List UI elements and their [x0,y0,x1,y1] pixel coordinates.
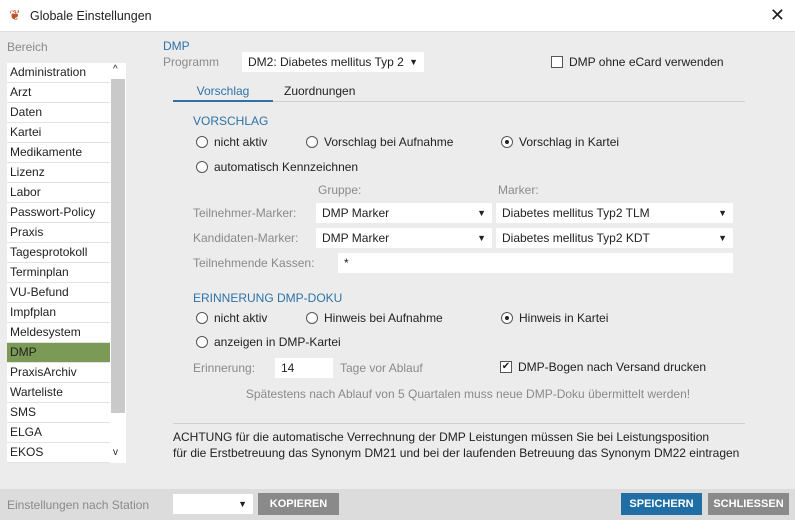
kassen-input[interactable]: * [338,253,733,273]
sidebar-item-administration[interactable]: Administration [7,63,110,83]
checkbox[interactable] [551,56,563,68]
marker-label: Marker: [498,183,539,197]
scrollbar-thumb[interactable] [111,79,125,413]
sidebar-item-labor[interactable]: Labor [7,183,110,203]
dropdown-arrow-icon: ▼ [718,208,727,218]
kandidaten-gruppe-select[interactable]: DMP Marker ▼ [316,228,492,248]
sidebar-item-passwort-policy[interactable]: Passwort-Policy [7,203,110,223]
radio-hinweis-kartei[interactable]: Hinweis in Kartei [501,311,608,325]
sidebar-item-praxisarchiv[interactable]: PraxisArchiv [7,363,110,383]
kandidaten-marker-select[interactable]: Diabetes mellitus Typ2 KDT ▼ [496,228,733,248]
radio-hinweis-aufnahme[interactable]: Hinweis bei Aufnahme [306,311,443,325]
sidebar-item-ekos[interactable]: EKOS [7,443,110,463]
sidebar-list: Administration Arzt Daten Kartei Medikamente… [7,63,110,463]
teilnehmer-marker-select[interactable]: Diabetes mellitus Typ2 TLM ▼ [496,203,733,223]
program-value: DM2: Diabetes mellitus Typ 2 [248,55,404,69]
warning-line-2: für die Erstbetreuung das Synonym DM21 u… [173,446,740,460]
sidebar-item-lizenz[interactable]: Lizenz [7,163,110,183]
program-label: Programm [163,55,220,69]
station-label: Einstellungen nach Station [7,498,150,512]
sidebar-item-tagesprotokoll[interactable]: Tagesprotokoll [7,243,110,263]
radio-vorschlag-kartei[interactable]: Vorschlag in Kartei [501,135,619,149]
tab-vorschlag[interactable]: Vorschlag [173,84,273,102]
kassen-label: Teilnehmende Kassen: [193,256,315,270]
program-select[interactable]: DM2: Diabetes mellitus Typ 2 ▼ [242,52,424,72]
sidebar-label: Bereich [7,40,48,54]
ecard-label: DMP ohne eCard verwenden [569,55,724,69]
close-button[interactable]: SCHLIESSEN [708,493,789,515]
sidebar-item-daten[interactable]: Daten [7,103,110,123]
erinnerung-label: Erinnerung: [193,361,256,375]
tab-zuordnungen[interactable]: Zuordnungen [284,84,355,98]
sidebar-item-impfplan[interactable]: Impfplan [7,303,110,323]
window-title: Globale Einstellungen [30,9,152,23]
dropdown-arrow-icon: ▼ [409,57,418,67]
radio-erinnerung-nicht-aktiv[interactable]: nicht aktiv [196,311,267,325]
sidebar-item-elga[interactable]: ELGA [7,423,110,443]
section-title: DMP [163,39,190,53]
station-select[interactable]: ▼ [173,494,253,514]
divider [173,423,745,424]
save-button[interactable]: SPEICHERN [621,493,702,515]
sidebar-item-sms[interactable]: SMS [7,403,110,423]
dropdown-arrow-icon: ▼ [477,233,486,243]
footer-bar: Einstellungen nach Station ▼ KOPIEREN SP… [0,489,795,520]
chevron-up-icon[interactable]: ^ [113,64,118,75]
dropdown-arrow-icon: ▼ [718,233,727,243]
sidebar-item-dmp[interactable]: DMP [7,343,110,363]
erinnerung-heading: ERINNERUNG DMP-DOKU [193,291,343,305]
sidebar-item-meldesystem[interactable]: Meldesystem [7,323,110,343]
chevron-down-icon[interactable]: v [113,447,118,458]
dropdown-arrow-icon: ▼ [238,499,247,509]
sidebar-item-medikamente[interactable]: Medikamente [7,143,110,163]
radio-vorschlag-aufnahme[interactable]: Vorschlag bei Aufnahme [306,135,453,149]
sidebar-item-vu-befund[interactable]: VU-Befund [7,283,110,303]
print-checkbox[interactable]: ✔ DMP-Bogen nach Versand drucken [500,360,706,374]
app-logo-icon: ❦ [9,7,21,23]
close-icon[interactable]: ✕ [770,5,785,26]
checkbox[interactable]: ✔ [500,361,512,373]
sidebar-scrollbar[interactable]: ^ v [110,63,126,463]
ecard-checkbox[interactable]: DMP ohne eCard verwenden [551,55,724,69]
sidebar-item-terminplan[interactable]: Terminplan [7,263,110,283]
radio-anzeigen-dmp-kartei[interactable]: anzeigen in DMP-Kartei [196,335,341,349]
radio-nicht-aktiv[interactable]: nicht aktiv [196,135,267,149]
kandidaten-label: Kandidaten-Marker: [193,231,299,245]
erinnerung-days-input[interactable]: 14 [275,358,333,378]
gruppe-label: Gruppe: [318,183,362,197]
dropdown-arrow-icon: ▼ [477,208,486,218]
sidebar-item-kartei[interactable]: Kartei [7,123,110,143]
sidebar-item-praxis[interactable]: Praxis [7,223,110,243]
radio-automatisch[interactable]: automatisch Kennzeichnen [196,160,358,174]
teilnehmer-label: Teilnehmer-Marker: [193,206,297,220]
warning-line-1: ACHTUNG für die automatische Verrechnung… [173,430,710,444]
erinnerung-note: Spätestens nach Ablauf von 5 Quartalen m… [245,387,691,401]
sidebar-item-arzt[interactable]: Arzt [7,83,110,103]
title-bar: ❦ Globale Einstellungen ✕ [0,0,795,32]
vorschlag-heading: VORSCHLAG [193,114,269,128]
days-unit: Tage vor Ablauf [340,361,423,375]
sidebar-item-warteliste[interactable]: Warteliste [7,383,110,403]
copy-button[interactable]: KOPIEREN [258,493,339,515]
teilnehmer-gruppe-select[interactable]: DMP Marker ▼ [316,203,492,223]
